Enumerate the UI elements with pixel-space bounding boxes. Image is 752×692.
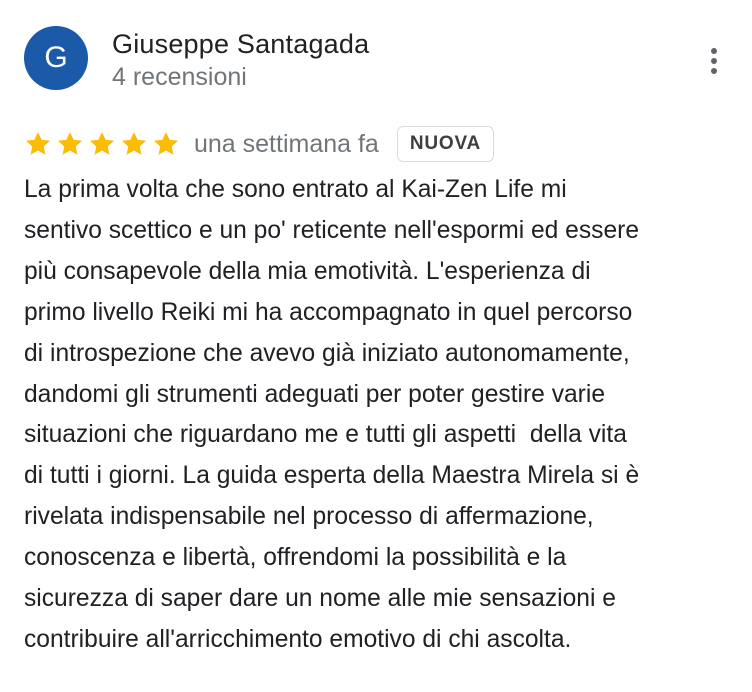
review-text-line: dandomi gli strumenti adeguati per poter… <box>24 380 606 408</box>
author-name[interactable]: Giuseppe Santagada <box>112 28 369 60</box>
star-icon <box>89 132 115 155</box>
new-badge: NUOVA <box>396 126 495 162</box>
review-text-line: rivelata indispensabile nel processo di … <box>24 503 594 531</box>
review-text-line: di tutti i giorni. La guida esperta dell… <box>24 462 640 490</box>
review-time: una settimana fa <box>194 130 379 158</box>
review-text-line: contribuire all'arricchimento emotivo di… <box>24 625 572 653</box>
review-text-line: La prima volta che sono entrato al Kai-Z… <box>24 176 567 203</box>
star-icon <box>121 132 147 155</box>
review-text-line: primo livello Reiki mi ha accompagnato i… <box>24 298 633 326</box>
avatar-initial: G <box>44 41 68 74</box>
rating-row: una settimana fa NUOVA <box>24 124 495 164</box>
review-text-line: sicurezza di saper dare un nome alle mie… <box>24 585 616 613</box>
avatar[interactable]: G <box>24 26 88 90</box>
star-icon <box>57 132 83 155</box>
review-card: G Giuseppe Santagada 4 recensioni una se… <box>0 0 752 692</box>
review-text-line: più consapevole della mia emotività. L'e… <box>24 257 591 285</box>
review-text-line: di introspezione che avevo già iniziato … <box>24 339 630 367</box>
more-vert-icon <box>711 48 717 74</box>
review-text-line: conoscenza e libertà, offrendomi la poss… <box>24 544 567 572</box>
star-rating <box>24 130 180 158</box>
review-text-line: situazioni che riguardano me e tutti gli… <box>24 421 627 449</box>
review-text-line: sentivo scettico e un po' reticente nell… <box>24 216 639 244</box>
review-text: La prima volta che sono entrato al Kai-Z… <box>24 170 736 661</box>
author-review-count[interactable]: 4 recensioni <box>112 62 247 92</box>
more-options-button[interactable] <box>696 40 732 82</box>
star-icon <box>153 132 179 155</box>
star-icon <box>25 132 51 155</box>
